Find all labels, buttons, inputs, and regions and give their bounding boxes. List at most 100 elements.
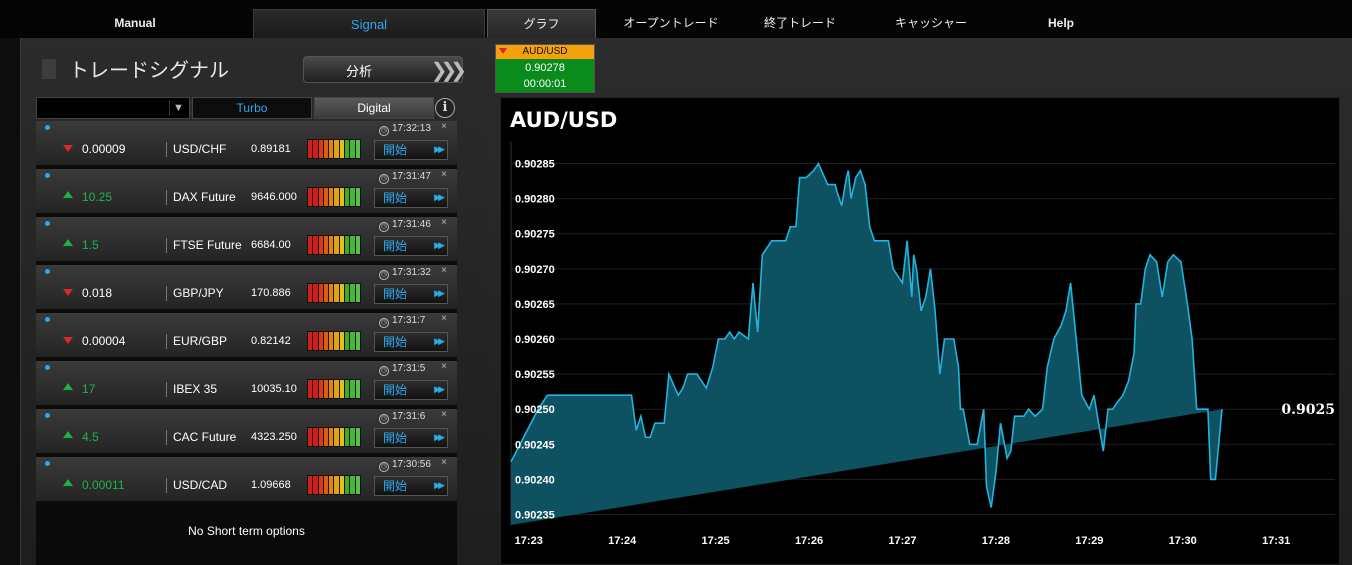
price-chart[interactable]: 0.90285 0.90280 0.90275 0.90270 0.90265 0.902… <box>500 97 1340 565</box>
x-tick-label: 17:25 <box>702 535 730 547</box>
x-tick-label: 17:24 <box>608 535 637 547</box>
meter-bar <box>329 332 334 350</box>
no-short-message: No Short term options <box>188 524 305 538</box>
meter-bar <box>339 380 345 398</box>
close-icon[interactable]: × <box>441 409 447 420</box>
close-icon[interactable]: × <box>441 217 447 228</box>
strength-meter <box>307 331 361 351</box>
divider <box>166 334 167 349</box>
meter-bar <box>345 188 350 206</box>
divider <box>166 478 167 493</box>
meter-bar <box>350 284 355 302</box>
signal-time-text: 17:31:6 <box>392 411 426 422</box>
y-tick-label: 0.90250 <box>515 404 555 416</box>
start-button[interactable]: 開始 ▶▶ <box>374 140 448 160</box>
signal-value: 0.00009 <box>82 142 126 156</box>
meter-bar <box>323 428 329 446</box>
fast-forward-icon: ▶▶ <box>434 481 445 491</box>
meter-bar <box>318 332 323 350</box>
meter-bar <box>318 236 323 254</box>
arrow-up-icon <box>63 239 73 246</box>
chart-svg: 0.90285 0.90280 0.90275 0.90270 0.90265 0.902… <box>510 142 1335 547</box>
chart-title: AUD/USD <box>510 108 618 132</box>
clock-icon: ◷ <box>379 414 389 424</box>
info-icon[interactable]: i <box>435 98 455 118</box>
y-tick-label: 0.90270 <box>515 264 555 276</box>
analyze-button[interactable]: 分析 ❯❯❯ <box>303 56 467 83</box>
y-tick-label: 0.90240 <box>515 474 555 486</box>
start-button[interactable]: 開始 ▶▶ <box>374 188 448 208</box>
signal-price: 4323.250 <box>251 431 297 443</box>
signal-price: 6684.00 <box>251 239 291 251</box>
meter-bar <box>308 476 313 494</box>
y-tick-label: 0.90275 <box>515 229 555 241</box>
signal-price: 9646.000 <box>251 191 297 203</box>
panel-marker <box>42 59 56 79</box>
x-tick-label: 17:29 <box>1075 535 1103 547</box>
x-tick-label: 17:30 <box>1169 535 1197 547</box>
start-button[interactable]: 開始 ▶▶ <box>374 332 448 352</box>
arrow-down-icon <box>63 145 73 152</box>
meter-bar <box>334 188 339 206</box>
fast-forward-icon: ▶▶ <box>434 241 445 251</box>
asset-filter-select[interactable]: ▼ <box>36 97 190 119</box>
tab-closed-trades[interactable]: 終了トレード <box>746 9 854 38</box>
meter-bar <box>308 332 313 350</box>
x-tick-label: 17:28 <box>982 535 1010 547</box>
start-button[interactable]: 開始 ▶▶ <box>374 284 448 304</box>
fast-forward-icon: ▶▶ <box>434 385 445 395</box>
meter-bar <box>350 380 355 398</box>
meter-bar <box>345 140 350 158</box>
signal-asset: DAX Future <box>173 190 236 204</box>
start-button[interactable]: 開始 ▶▶ <box>374 428 448 448</box>
start-label: 開始 <box>383 191 408 205</box>
meter-bar <box>334 140 339 158</box>
meter-bar <box>329 236 334 254</box>
meter-bar <box>334 236 339 254</box>
start-button[interactable]: 開始 ▶▶ <box>374 380 448 400</box>
tab-cashier[interactable]: キャッシャー <box>882 9 980 38</box>
price-area <box>511 163 1222 525</box>
close-icon[interactable]: × <box>441 169 447 180</box>
meter-bar <box>313 476 318 494</box>
meter-bar <box>334 380 339 398</box>
tab-graph[interactable]: グラフ <box>487 9 596 38</box>
signal-time: ◷ 17:31:32 <box>379 267 431 280</box>
meter-bar <box>308 140 313 158</box>
signal-time-text: 17:31:47 <box>392 171 431 182</box>
clock-icon: ◷ <box>379 462 389 472</box>
y-tick-label: 0.90260 <box>515 334 555 346</box>
asset-tab-audusd[interactable]: AUD/USD 0.90278 00:00:01 <box>495 44 595 93</box>
asset-tab-name: AUD/USD <box>522 46 568 57</box>
close-icon[interactable]: × <box>441 361 447 372</box>
tab-digital[interactable]: Digital <box>314 97 434 119</box>
close-icon[interactable]: × <box>441 457 447 468</box>
y-tick-label: 0.90235 <box>515 509 555 521</box>
close-icon[interactable]: × <box>441 313 447 324</box>
tab-open-trades[interactable]: オープントレード <box>612 9 730 38</box>
start-button[interactable]: 開始 ▶▶ <box>374 476 448 496</box>
meter-bar <box>350 188 355 206</box>
signal-asset: EUR/GBP <box>173 334 228 348</box>
meter-bar <box>334 476 339 494</box>
tab-turbo[interactable]: Turbo <box>192 97 312 119</box>
tab-signal[interactable]: Signal <box>253 9 485 38</box>
close-icon[interactable]: × <box>441 265 447 276</box>
tab-help[interactable]: Help <box>1015 9 1107 38</box>
fast-forward-icon: ▶▶ <box>434 145 445 155</box>
signal-time: ◷ 17:32:13 <box>379 123 431 136</box>
meter-bar <box>355 380 360 398</box>
meter-bar <box>318 380 323 398</box>
meter-bar <box>329 380 334 398</box>
signal-time: ◷ 17:31:46 <box>379 219 431 232</box>
signal-price: 1.09668 <box>251 479 291 491</box>
meter-bar <box>323 236 329 254</box>
clock-icon: ◷ <box>379 222 389 232</box>
asset-tab-timer: 00:00:01 <box>523 78 567 90</box>
signal-value: 0.018 <box>82 286 113 300</box>
close-icon[interactable]: × <box>441 121 447 132</box>
start-button[interactable]: 開始 ▶▶ <box>374 236 448 256</box>
signal-list: No Short term options ◷ 17:32:13 × 0.00009 U… <box>36 121 457 565</box>
clock-icon: ◷ <box>379 174 389 184</box>
tab-manual[interactable]: Manual <box>54 9 216 38</box>
